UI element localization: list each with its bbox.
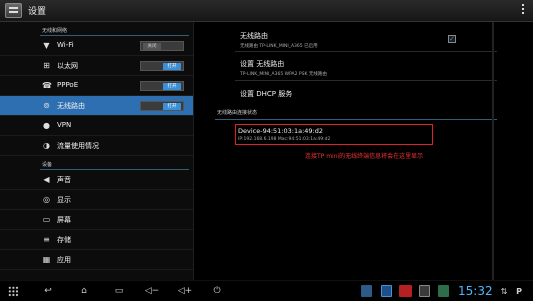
section-header-wireless: 无线和网络 [0,22,193,36]
app-drawer-icon[interactable] [8,286,19,297]
sidebar-item-pppoe[interactable]: ☎ PPPoE 打开 [0,76,193,96]
sidebar-item-label: 以太网 [57,62,78,70]
apps-icon: ▦ [42,255,51,264]
device-name[interactable]: Device-94:51:03:1a:49:d2 [238,127,323,135]
sidebar-item-label: Wi-Fi [57,41,74,49]
sidebar-item-storage[interactable]: ≡ 存储 [0,230,193,250]
screen-icon: ▭ [42,215,51,224]
pref-configure-hotspot[interactable]: 设置 无线路由 TP-LINK_MINI_A365 WPA2 PSK 无线路由 [240,59,490,77]
ethernet-status-icon: ⇅ [500,287,508,296]
scrollbar[interactable] [492,22,494,280]
pref-title: 设置 DHCP 服务 [240,90,293,98]
volume-up-icon[interactable]: ◁+ [176,286,194,297]
hotspot-toggle[interactable]: 打开 [140,101,184,111]
divider [235,51,497,52]
data-usage-icon: ◑ [43,141,50,150]
back-icon[interactable]: ↩ [40,286,56,297]
sidebar-item-label: 应用 [57,256,71,264]
settings-notification-icon[interactable] [381,285,392,297]
pref-dhcp-service[interactable]: 设置 DHCP 服务 [240,89,490,99]
category-connection-status: 无线路由连接状态 [217,110,258,116]
navigation-bar: ↩ ⌂ ▭ ◁− ◁+ ⏻ 15:32 ⇅ P [0,280,533,301]
clock: 15:32 [458,284,493,298]
sidebar-item-wifi[interactable]: ▼ Wi-Fi 关闭 [0,36,193,56]
hotspot-checkbox[interactable]: ✓ [448,35,456,43]
sidebar-item-label: VPN [57,121,72,129]
sidebar-item-label: 声音 [57,176,71,184]
action-bar: 设置 [0,0,533,22]
sidebar-item-label: 无线路由 [57,102,85,110]
settings-sidebar: 无线和网络 ▼ Wi-Fi 关闭 ⊞ 以太网 打开 ☎ PPPoE 打开 ⊚ 无… [0,22,194,280]
settings-app-icon[interactable] [5,3,22,18]
ethernet-toggle[interactable]: 打开 [140,61,184,71]
home-icon[interactable]: ⌂ [76,286,92,297]
sidebar-item-apps[interactable]: ▦ 应用 [0,250,193,270]
recent-apps-icon[interactable]: ▭ [111,286,127,297]
pref-title: 设置 无线路由 [240,60,285,68]
sidebar-item-data-usage[interactable]: ◑ 流量使用情况 [0,136,193,156]
app-notification-icon[interactable] [399,285,412,297]
power-icon[interactable]: ⏻ [210,286,224,297]
ethernet-icon: ⊞ [43,61,50,70]
pppoe-toggle[interactable]: 打开 [140,81,184,91]
storage-icon: ≡ [43,235,50,244]
pref-summary: 无线路由 TP-LINK_MINI_A365 已启用 [240,44,318,49]
gallery-notification-icon[interactable] [361,285,372,297]
divider [235,80,497,81]
hotspot-icon: ⊚ [43,101,50,110]
sidebar-item-vpn[interactable]: ● VPN [0,116,193,136]
category-divider [215,119,497,120]
sidebar-item-label: 流量使用情况 [57,142,99,150]
phone-icon: ☎ [42,81,52,90]
parking-icon: P [516,287,522,296]
wifi-toggle[interactable]: 关闭 [140,41,184,51]
sidebar-item-label: 显示 [57,196,71,204]
vpn-icon: ● [43,121,50,130]
sound-icon: ◀ [43,175,50,184]
annotation-text: 连接TP mini的无线终端信息将会在这里显示 [305,153,424,160]
overflow-menu-icon[interactable] [521,3,525,17]
display-icon: ◎ [43,195,50,204]
sidebar-item-screen[interactable]: ▭ 屏幕 [0,210,193,230]
wifi-icon: ▼ [43,41,50,50]
image-notification-icon[interactable] [438,285,449,297]
download-notification-icon[interactable] [419,285,430,297]
pref-summary: TP-LINK_MINI_A365 WPA2 PSK 无线路由 [240,72,327,77]
sidebar-item-sound[interactable]: ◀ 声音 [0,170,193,190]
device-info: IP:192.168.6.198 Mac:94:51:03:1a:49:d2 [238,137,331,142]
app-title: 设置 [28,7,47,17]
sidebar-item-label: 屏幕 [57,216,71,224]
sidebar-item-label: PPPoE [57,81,79,89]
hotspot-settings-panel: 无线路由 无线路由 TP-LINK_MINI_A365 已启用 ✓ 设置 无线路… [195,22,533,280]
sidebar-item-hotspot[interactable]: ⊚ 无线路由 打开 [0,96,193,116]
section-header-device: 设备 [0,156,193,170]
sidebar-item-label: 存储 [57,236,71,244]
sidebar-item-ethernet[interactable]: ⊞ 以太网 打开 [0,56,193,76]
sidebar-item-display[interactable]: ◎ 显示 [0,190,193,210]
volume-down-icon[interactable]: ◁− [144,286,160,297]
